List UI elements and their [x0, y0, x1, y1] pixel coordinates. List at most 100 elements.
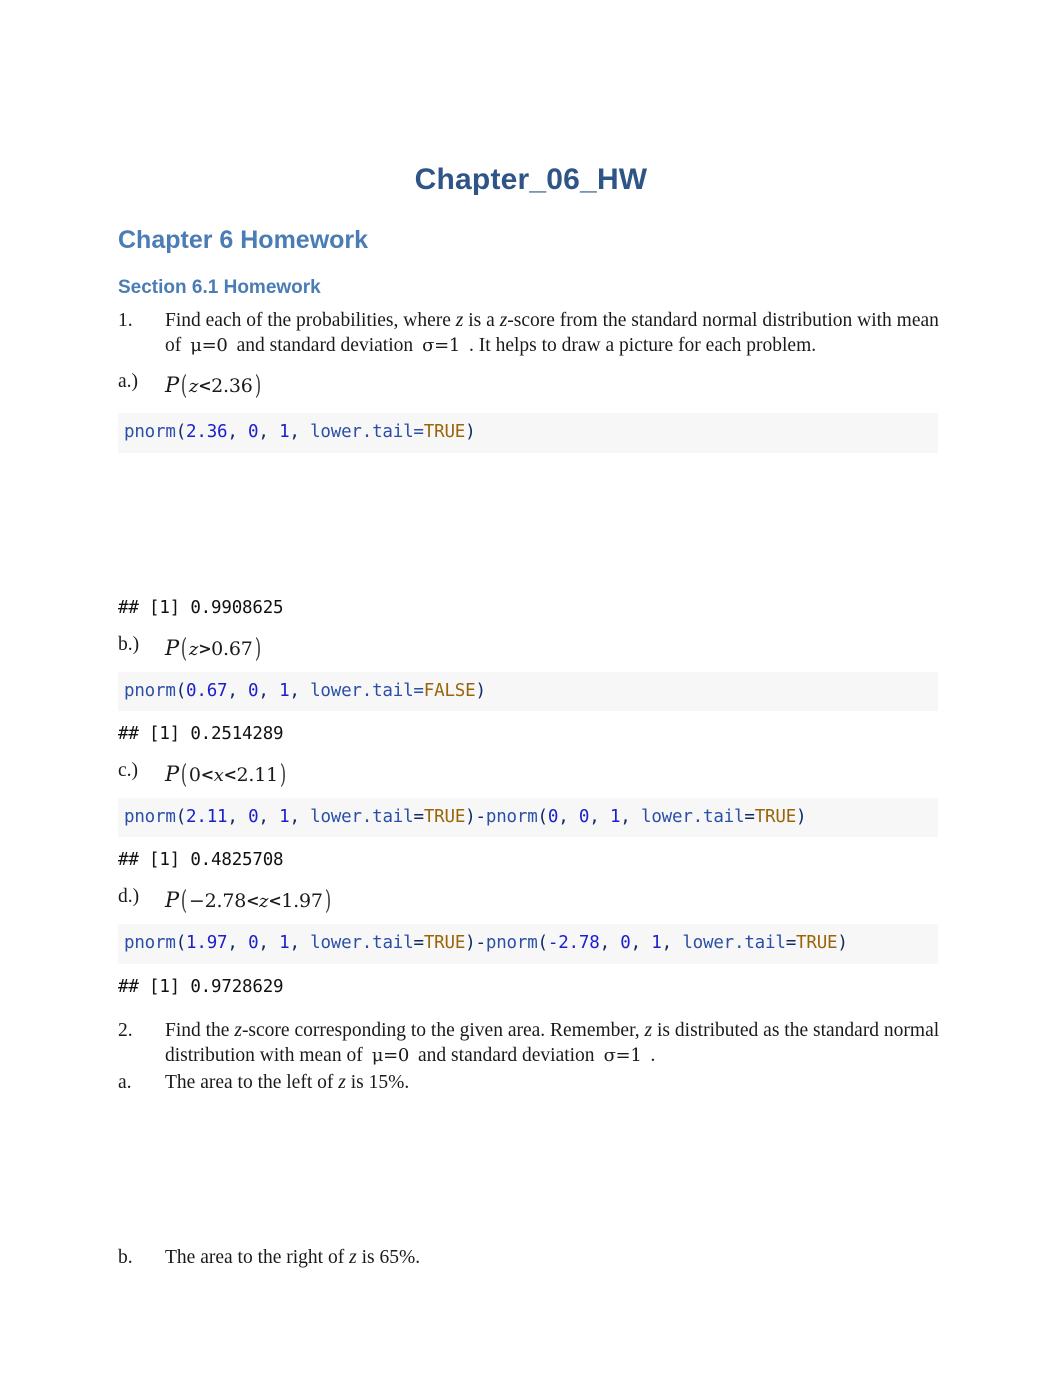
q2b-text-pre: The area to the right of — [165, 1246, 350, 1268]
q2-item-b-text: The area to the right of z is 65%. — [165, 1246, 944, 1271]
prob-relation-2: < — [223, 764, 237, 784]
code-a-close: ) — [465, 422, 476, 443]
question-2-marker: 2. — [118, 1020, 133, 1042]
code-b-bool: FALSE — [423, 680, 476, 701]
section-heading-6-1: Section 6.1 Homework — [118, 277, 321, 298]
q2-math-mu: μ=0 — [371, 1045, 410, 1067]
output-b: ## [1] 0.2514289 — [118, 724, 284, 745]
prob-close-paren: ) — [324, 886, 331, 917]
prob-close-paren: ) — [279, 759, 287, 790]
prob-mid-operand: x — [213, 764, 224, 786]
code-b-arg-2: 0 — [248, 680, 259, 701]
plot-placeholder-2a — [118, 1096, 944, 1244]
question-2-item-b: b. The area to the right of z is 65%. — [118, 1246, 944, 1271]
prob-mid-operand: z — [259, 891, 269, 913]
prob-p-symbol: P — [165, 635, 179, 660]
prob-relation-1: < — [200, 764, 214, 784]
q2b-var-z: z — [349, 1246, 357, 1268]
output-a: ## [1] 0.9908625 — [118, 597, 284, 618]
prob-right-operand: 0.67 — [211, 637, 253, 660]
code-block-d[interactable]: pnorm(1.97, 0, 1, lower.tail=TRUE)-pnorm… — [118, 924, 938, 964]
output-d: ## [1] 0.9728629 — [118, 976, 284, 997]
code-a-arg-2: 0 — [248, 422, 259, 443]
part-b-probability: P(z>0.67) — [165, 633, 944, 666]
part-d: d.) P(−2.78<z<1.97) — [118, 885, 944, 918]
output-c: ## [1] 0.4825708 — [118, 850, 284, 871]
prob-close-paren: ) — [254, 633, 261, 664]
q2-text-part5: . — [650, 1045, 656, 1067]
code-b-param: lower.tail= — [310, 680, 424, 701]
prob-left-operand: z — [188, 638, 199, 660]
code-block-a[interactable]: pnorm(2.36, 0, 1, lower.tail=TRUE) — [118, 413, 938, 453]
prob-p-symbol: P — [165, 373, 179, 398]
prob-p-symbol: P — [165, 888, 179, 913]
prob-open-paren: ( — [180, 633, 187, 664]
question-1: 1. Find each of the probabilities, where… — [118, 309, 944, 359]
q1-math-mu: μ=0 — [190, 334, 228, 356]
prob-left-operand: z — [188, 376, 199, 398]
q2b-text-post: is 65%. — [356, 1246, 421, 1268]
prob-relation-2: < — [268, 891, 282, 911]
question-1-marker: 1. — [118, 309, 133, 331]
part-a: a.) P(z<2.36) — [118, 370, 944, 403]
prob-p-symbol: P — [165, 761, 179, 786]
part-b-marker: b.) — [118, 633, 140, 655]
code-b-arg-3: 1 — [279, 680, 290, 701]
q2a-text-post: is 15%. — [345, 1071, 410, 1093]
prob-left-operand: −2.78 — [188, 890, 247, 913]
part-a-marker: a.) — [118, 371, 139, 393]
part-d-probability: P(−2.78<z<1.97) — [165, 885, 944, 918]
code-b-fn: pnorm — [124, 680, 176, 701]
part-d-marker: d.) — [118, 886, 140, 908]
question-2: 2. Find the z-score corresponding to the… — [118, 1019, 944, 1069]
part-c: c.) P(0<x<2.11) — [118, 759, 944, 792]
code-a-fn: pnorm — [124, 422, 176, 443]
part-c-probability: P(0<x<2.11) — [165, 759, 944, 792]
prob-close-paren: ) — [254, 371, 261, 402]
q2-var-z-2: z — [644, 1020, 653, 1042]
prob-relation-1: < — [246, 891, 260, 911]
q2-text-part4: and standard deviation — [418, 1045, 595, 1067]
code-b-close: ) — [475, 680, 486, 701]
question-2-item-a: a. The area to the left of z is 15%. — [118, 1071, 944, 1096]
q1-text-part1: Find each of the probabilities, where — [165, 309, 456, 331]
q2-text-part1: Find the — [165, 1020, 235, 1042]
q2a-var-z: z — [338, 1071, 346, 1093]
prob-right-operand: 2.36 — [211, 375, 253, 398]
prob-relation: > — [198, 638, 212, 658]
prob-relation: < — [198, 376, 212, 396]
code-a-arg-3: 1 — [279, 422, 290, 443]
prob-open-paren: ( — [180, 371, 187, 402]
document-page: Chapter_06_HW Chapter 6 Homework Section… — [0, 0, 1062, 1377]
question-1-text: Find each of the probabilities, where z … — [165, 309, 944, 359]
q2-item-a-text: The area to the left of z is 15%. — [165, 1071, 944, 1096]
q2-text-part2: -score corresponding to the given area. … — [241, 1020, 645, 1042]
q1-text-part2: is a — [463, 309, 500, 331]
q2-item-b-marker: b. — [118, 1246, 133, 1268]
code-b-arg-1: 0.67 — [186, 680, 228, 701]
document-content: Chapter_06_HW Chapter 6 Homework Section… — [118, 0, 944, 1270]
q2-math-sigma: σ=1 — [603, 1045, 642, 1067]
code-block-b[interactable]: pnorm(0.67, 0, 1, lower.tail=FALSE) — [118, 671, 938, 712]
part-b: b.) P(z>0.67) — [118, 633, 944, 666]
q2-item-a-marker: a. — [118, 1071, 132, 1093]
q2-var-z-1: z — [234, 1020, 242, 1042]
part-c-marker: c.) — [118, 759, 139, 781]
q1-math-sigma: σ=1 — [422, 334, 461, 356]
code-block-c[interactable]: pnorm(2.11, 0, 1, lower.tail=TRUE)-pnorm… — [118, 797, 938, 838]
page-title: Chapter_06_HW — [414, 163, 648, 196]
q1-text-part5: . It helps to draw a picture for each pr… — [469, 334, 817, 356]
prob-open-paren: ( — [180, 886, 187, 917]
section-heading-chapter: Chapter 6 Homework — [118, 226, 369, 254]
prob-open-paren: ( — [180, 759, 187, 790]
code-a-arg-1: 2.36 — [186, 422, 228, 443]
q1-text-part4: and standard deviation — [236, 334, 414, 356]
plot-placeholder-a — [118, 453, 944, 583]
code-b-open: ( — [175, 680, 187, 701]
prob-right-operand: 1.97 — [281, 890, 323, 913]
q2a-text-pre: The area to the left of — [165, 1071, 339, 1093]
code-a-open: ( — [175, 422, 187, 443]
code-a-param: lower.tail= — [310, 422, 424, 443]
code-a-bool: TRUE — [423, 422, 466, 443]
prob-left-operand: 0 — [188, 763, 201, 786]
